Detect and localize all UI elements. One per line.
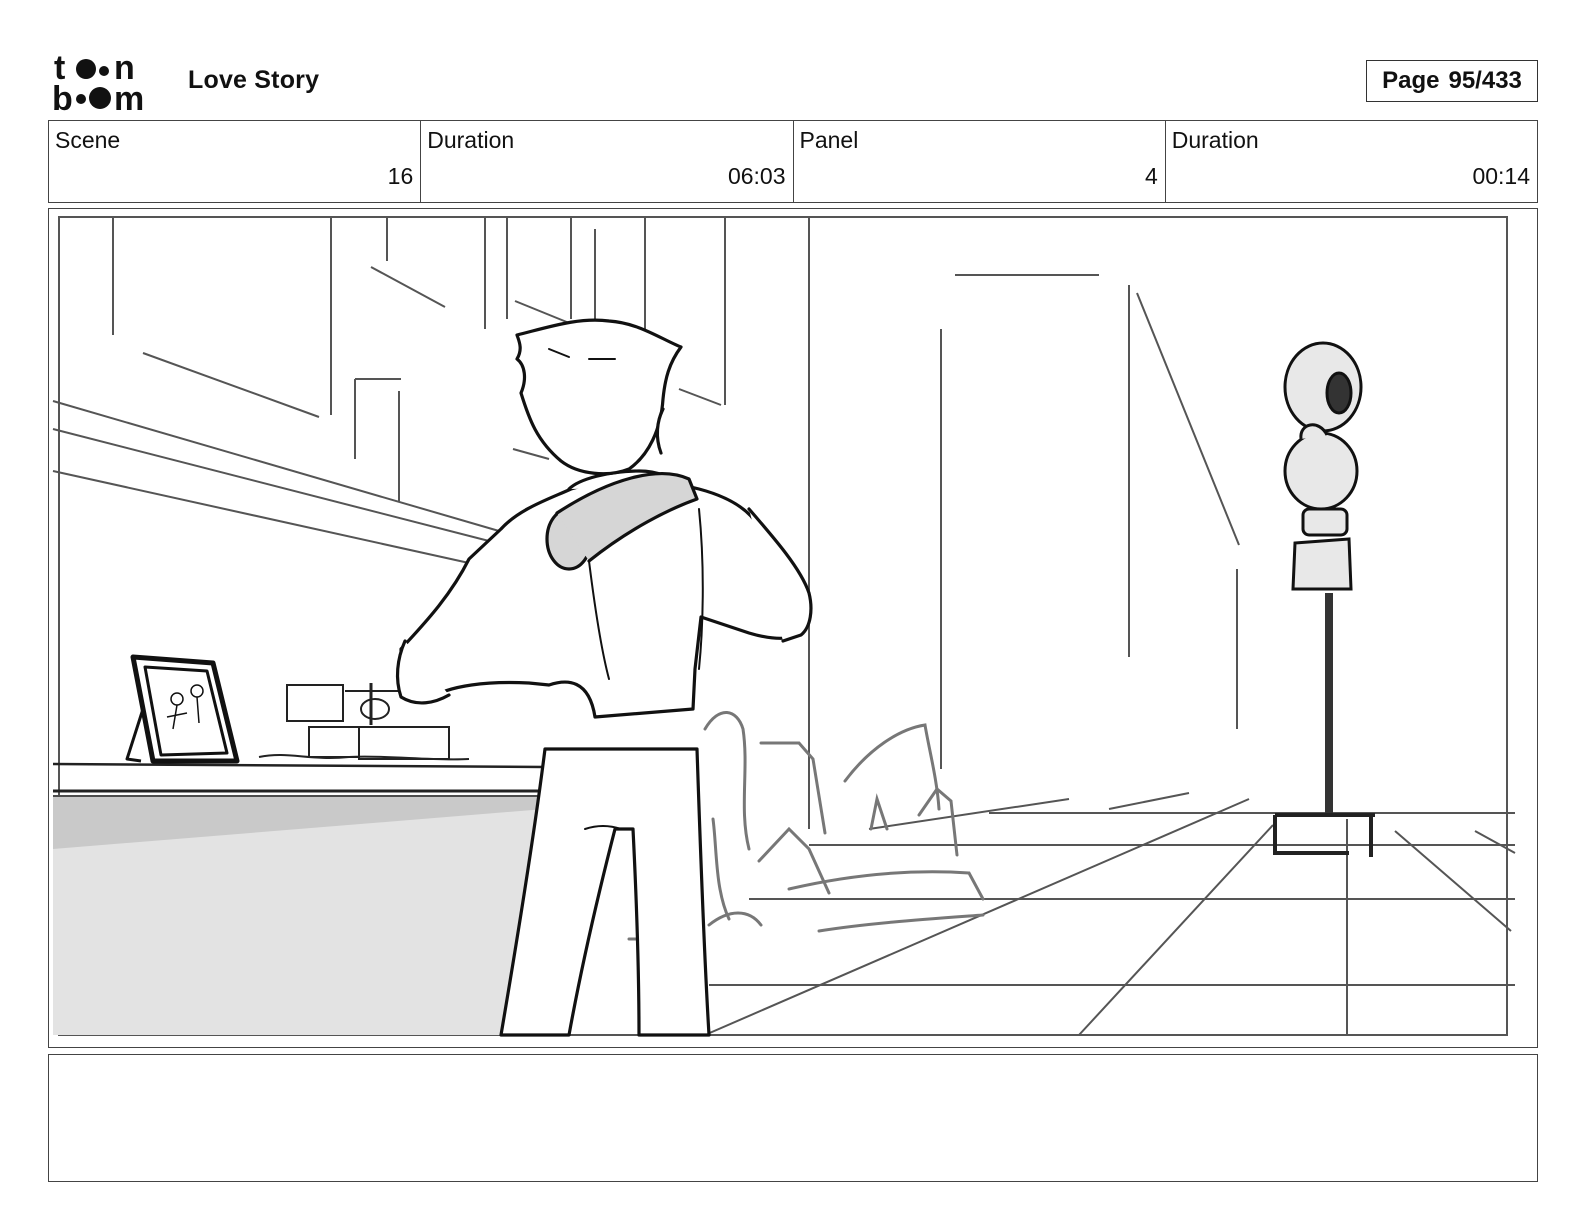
page-indicator: Page 95/433: [1366, 60, 1538, 102]
scene-duration-label: Duration: [427, 127, 515, 153]
scene-duration-cell: Duration 06:03: [421, 121, 794, 202]
panel-notes-box: [48, 1054, 1538, 1182]
panel-duration-label: Duration: [1171, 127, 1259, 153]
svg-text:b: b: [52, 80, 73, 112]
scene-cell: Scene 16: [49, 121, 422, 202]
scene-info-row: Scene 16 Duration 06:03 Panel 4 Duration…: [48, 120, 1538, 203]
svg-text:m: m: [114, 80, 144, 112]
storyboard-panel: [48, 208, 1538, 1048]
panel-label: Panel: [799, 127, 859, 153]
scene-label: Scene: [55, 127, 121, 153]
scene-value: 16: [387, 163, 414, 189]
page-label: Page: [1382, 67, 1440, 94]
panel-cell: Panel 4: [794, 121, 1166, 202]
panel-duration-value: 00:14: [1472, 163, 1530, 189]
storyboard-sketch: [52, 216, 1516, 1037]
toon-boom-logo: t n b m: [52, 52, 164, 112]
panel-duration-cell: Duration 00:14: [1166, 121, 1537, 202]
scene-duration-value: 06:03: [727, 163, 786, 189]
panel-value: 4: [1144, 163, 1158, 189]
page-number: 95/433: [1448, 67, 1522, 94]
document-title: Love Story: [188, 66, 320, 94]
